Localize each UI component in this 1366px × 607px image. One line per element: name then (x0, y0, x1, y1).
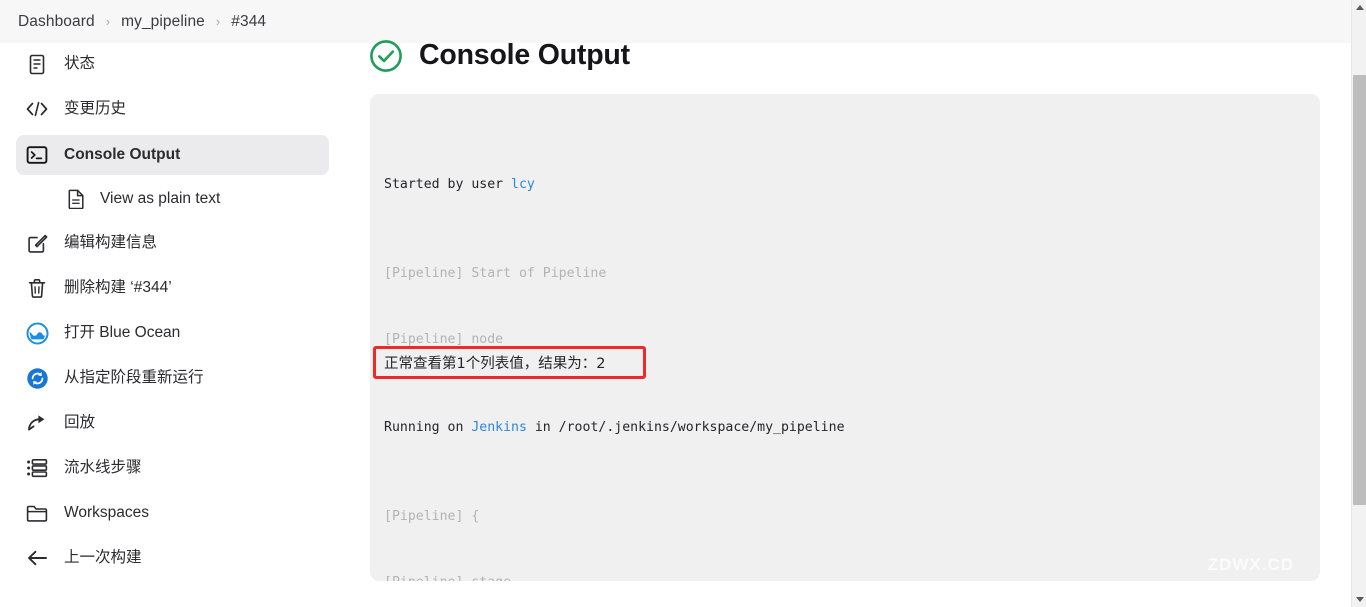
highlighted-log-text: 正常查看第1个列表值，结果为：2 (384, 352, 605, 373)
sidebar-item-replay[interactable]: 回放 (16, 404, 329, 442)
sidebar-item-edit-build-information[interactable]: 编辑构建信息 (16, 224, 329, 262)
sidebar-item-label: 状态 (64, 56, 95, 72)
log-line: Started by user lcy (384, 174, 1320, 196)
folder-icon (24, 501, 50, 525)
replay-arrow-icon (24, 411, 50, 435)
scrollbar-thumb[interactable] (1353, 75, 1366, 505)
scrollbar-down-arrow-icon[interactable] (1352, 592, 1366, 607)
breadcrumb-item-my-pipeline[interactable]: my_pipeline (121, 13, 205, 31)
page-title: Console Output (419, 40, 630, 71)
success-check-circle-icon (367, 37, 405, 75)
sidebar-item-label: 流水线步骤 (64, 460, 142, 476)
console-log-panel[interactable]: Started by user lcy [Pipeline] Start of … (370, 94, 1320, 581)
sidebar-item-label: Console Output (64, 147, 180, 163)
sidebar-item-label: 变更历史 (64, 101, 126, 117)
breadcrumb-item-dashboard[interactable]: Dashboard (18, 13, 95, 31)
log-line: [Pipeline] Start of Pipeline (384, 263, 1320, 285)
page-scrollbar[interactable] (1351, 0, 1366, 607)
edit-pencil-icon (24, 231, 50, 255)
sidebar-item-label: Workspaces (64, 505, 149, 521)
breadcrumb: Dashboard › my_pipeline › #344 (0, 0, 1351, 43)
page-header: Console Output (367, 33, 630, 79)
sidebar-item-label: View as plain text (100, 190, 220, 208)
sidebar-item-previous-build[interactable]: 上一次构建 (16, 539, 329, 577)
console-log-text: Started by user lcy [Pipeline] Start of … (384, 108, 1320, 581)
blue-ocean-icon (24, 321, 50, 345)
sidebar-item-label: 打开 Blue Ocean (64, 325, 180, 341)
terminal-icon (24, 143, 50, 167)
sidebar-item-label: 上一次构建 (64, 550, 142, 566)
sidebar-item-status[interactable]: 状态 (16, 45, 329, 83)
jenkins-build-console-page: Dashboard › my_pipeline › #344 状态 变更历史 (0, 0, 1366, 607)
watermark: ZDWX.CD (1208, 555, 1294, 575)
log-user-link[interactable]: lcy (511, 177, 535, 192)
sidebar-item-restart-from-stage[interactable]: 从指定阶段重新运行 (16, 359, 329, 397)
restart-stage-icon (24, 366, 50, 390)
code-brackets-icon (24, 97, 50, 121)
scrollbar-up-arrow-icon[interactable] (1352, 0, 1366, 15)
sidebar-item-label: 回放 (64, 415, 95, 431)
sidebar-item-delete-build[interactable]: 删除构建 ‘#344’ (16, 269, 329, 307)
sidebar-item-changes[interactable]: 变更历史 (16, 90, 329, 128)
log-line: [Pipeline] stage (384, 572, 1320, 581)
log-node-link[interactable]: Jenkins (471, 420, 527, 435)
breadcrumb-separator-icon: › (216, 14, 220, 29)
sidebar-item-label: 删除构建 ‘#344’ (64, 280, 172, 296)
pipeline-steps-icon (24, 456, 50, 480)
log-text: in /root/.jenkins/workspace/my_pipeline (527, 420, 845, 435)
build-sidebar: 状态 变更历史 Console Output View as plain tex… (0, 43, 345, 607)
log-line: Running on Jenkins in /root/.jenkins/wor… (384, 417, 1320, 439)
sidebar-item-label: 从指定阶段重新运行 (64, 370, 204, 386)
file-text-icon (64, 188, 88, 210)
sidebar-item-view-as-plain-text[interactable]: View as plain text (16, 181, 329, 217)
log-text: Running on (384, 420, 471, 435)
sidebar-item-console-output[interactable]: Console Output (16, 135, 329, 175)
sidebar-item-pipeline-steps[interactable]: 流水线步骤 (16, 449, 329, 487)
sidebar-item-workspaces[interactable]: Workspaces (16, 494, 329, 532)
breadcrumb-separator-icon: › (106, 14, 110, 29)
annotation-highlight-box: 正常查看第1个列表值，结果为：2 (373, 346, 646, 379)
console-output-main: Console Output Started by user lcy [Pipe… (345, 43, 1351, 607)
log-text: Started by user (384, 177, 511, 192)
page-content: 状态 变更历史 Console Output View as plain tex… (0, 43, 1351, 607)
document-status-icon (24, 52, 50, 76)
arrow-left-icon (24, 546, 50, 570)
log-line: [Pipeline] { (384, 506, 1320, 528)
breadcrumb-item-build-number[interactable]: #344 (231, 13, 266, 31)
sidebar-item-label: 编辑构建信息 (64, 235, 157, 251)
trash-icon (24, 276, 50, 300)
sidebar-item-open-blue-ocean[interactable]: 打开 Blue Ocean (16, 314, 329, 352)
